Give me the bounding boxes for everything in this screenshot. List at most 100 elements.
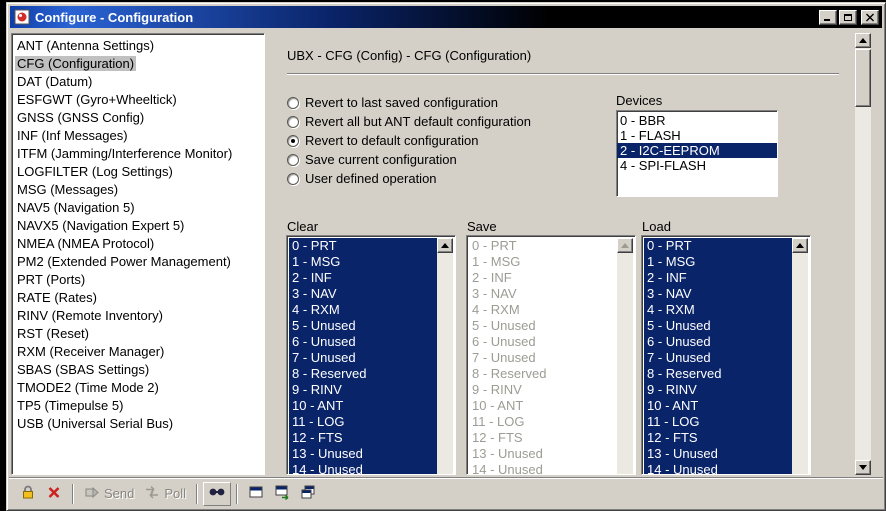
clear-list-label: Clear [287, 219, 319, 234]
radio-option[interactable]: Save current configuration [287, 150, 531, 169]
lock-button[interactable] [15, 482, 41, 506]
sidebar-item[interactable]: ESFGWT (Gyro+Wheeltick) [13, 91, 263, 109]
radio-option[interactable]: User defined operation [287, 169, 531, 188]
device-item[interactable]: 0 - BBR [617, 113, 777, 128]
radio-option[interactable]: Revert all but ANT default configuration [287, 112, 531, 131]
sidebar-item[interactable]: RST (Reset) [13, 325, 263, 343]
list-item: 11 - LOG [472, 414, 525, 429]
close-button[interactable] [861, 9, 879, 25]
list-item[interactable]: 7 - Unused [289, 350, 437, 366]
list-item[interactable]: 9 - RINV [289, 382, 437, 398]
listbox-clear[interactable]: 0 - PRT 1 - MSG 2 - INF 3 - NAV 4 - RXM 5 - U… [286, 235, 456, 475]
panel-scrollbar[interactable] [855, 33, 871, 475]
sidebar-item[interactable]: INF (Inf Messages) [13, 127, 263, 145]
sidebar-item[interactable]: TMODE2 (Time Mode 2) [13, 379, 263, 397]
table-view-button[interactable] [243, 482, 269, 506]
list-item[interactable]: 5 - Unused [644, 318, 792, 334]
sidebar-item[interactable]: PM2 (Extended Power Management) [13, 253, 263, 271]
device-item[interactable]: 2 - I2C-EEPROM [617, 143, 777, 158]
toolbar-separator [236, 483, 239, 504]
list-item[interactable]: 11 - LOG [644, 414, 792, 430]
sidebar-item[interactable]: LOGFILTER (Log Settings) [13, 163, 263, 181]
minimize-button[interactable] [819, 9, 837, 25]
list-item[interactable]: 14 - Unused [644, 462, 792, 474]
sidebar-item[interactable]: ITFM (Jamming/Interference Monitor) [13, 145, 263, 163]
sidebar-item[interactable]: DAT (Datum) [13, 73, 263, 91]
device-item[interactable]: 4 - SPI-FLASH [617, 158, 777, 173]
sidebar-item[interactable]: RXM (Receiver Manager) [13, 343, 263, 361]
list-item[interactable]: 5 - Unused [289, 318, 437, 334]
sidebar-item[interactable]: NAVX5 (Navigation Expert 5) [13, 217, 263, 235]
list-item[interactable]: 6 - Unused [644, 334, 792, 350]
scroll-up-button[interactable] [792, 238, 808, 253]
list-item[interactable]: 0 - PRT [644, 238, 792, 254]
radio-button[interactable] [287, 134, 299, 147]
sidebar-list[interactable]: ANT (Antenna Settings) CFG (Configuration… [11, 33, 265, 475]
scroll-down-button[interactable] [855, 460, 871, 475]
sidebar-item[interactable]: ANT (Antenna Settings) [13, 37, 263, 55]
radio-option[interactable]: Revert to default configuration [287, 131, 531, 150]
list-item[interactable]: 9 - RINV [644, 382, 792, 398]
list-item[interactable]: 3 - NAV [644, 286, 792, 302]
sidebar-item[interactable]: CFG (Configuration) [13, 55, 263, 73]
sidebar-item-label: CFG (Configuration) [15, 56, 137, 71]
poll-current-button[interactable] [203, 481, 232, 506]
list-item[interactable]: 1 - MSG [289, 254, 437, 270]
list-item[interactable]: 10 - ANT [644, 398, 792, 414]
device-item[interactable]: 1 - FLASH [617, 128, 777, 143]
scroll-up-button[interactable] [437, 238, 453, 253]
list-item[interactable]: 10 - ANT [289, 398, 437, 414]
list-item[interactable]: 8 - Reserved [289, 366, 437, 382]
list-item: 7 - Unused [472, 350, 536, 365]
sidebar-item[interactable]: USB (Universal Serial Bus) [13, 415, 263, 433]
list-item[interactable]: 6 - Unused [289, 334, 437, 350]
list-item[interactable]: 1 - MSG [644, 254, 792, 270]
sidebar-item[interactable]: PRT (Ports) [13, 271, 263, 289]
panel-heading: UBX - CFG (Config) - CFG (Configuration) [287, 48, 532, 63]
sidebar-item[interactable]: MSG (Messages) [13, 181, 263, 199]
list-item[interactable]: 11 - LOG [289, 414, 437, 430]
list-item[interactable]: 13 - Unused [289, 446, 437, 462]
sidebar-item[interactable]: NAV5 (Navigation 5) [13, 199, 263, 217]
sidebar-item[interactable]: RINV (Remote Inventory) [13, 307, 263, 325]
radio-label: Revert all but ANT default configuration [305, 114, 531, 129]
devices-label: Devices [616, 93, 663, 108]
list-item[interactable]: 3 - NAV [289, 286, 437, 302]
list-item[interactable]: 13 - Unused [644, 446, 792, 462]
list-item[interactable]: 14 - Unused [289, 462, 437, 474]
list-item[interactable]: 2 - INF [289, 270, 437, 286]
clear-scrollbar[interactable] [437, 238, 453, 474]
sidebar-item-label: GNSS (GNSS Config) [17, 110, 145, 125]
list-item[interactable]: 8 - Reserved [644, 366, 792, 382]
devices-list[interactable]: 0 - BBR 1 - FLASH 2 - I2C-EEPROM 4 - SPI-FL… [616, 110, 778, 197]
sidebar-item[interactable]: TP5 (Timepulse 5) [13, 397, 263, 415]
maximize-button[interactable] [839, 9, 857, 25]
listbox-save[interactable]: 0 - PRT 1 - MSG 2 - INF 3 - NAV 4 - RXM 5 - U… [466, 235, 636, 475]
sidebar-item[interactable]: GNSS (GNSS Config) [13, 109, 263, 127]
list-item[interactable]: 0 - PRT [289, 238, 437, 254]
scrollbar-thumb[interactable] [855, 49, 871, 107]
scroll-up-button[interactable] [855, 33, 871, 48]
list-item[interactable]: 12 - FTS [644, 430, 792, 446]
delete-button[interactable] [41, 482, 67, 506]
radio-button[interactable] [287, 115, 299, 128]
load-scrollbar[interactable] [792, 238, 808, 474]
sidebar-item[interactable]: SBAS (SBAS Settings) [13, 361, 263, 379]
list-item[interactable]: 4 - RXM [644, 302, 792, 318]
radio-option[interactable]: Revert to last saved configuration [287, 93, 531, 112]
titlebar[interactable]: Configure - Configuration [10, 6, 882, 28]
listbox-load[interactable]: 0 - PRT 1 - MSG 2 - INF 3 - NAV 4 - RXM 5 - U… [641, 235, 811, 475]
list-item[interactable]: 12 - FTS [289, 430, 437, 446]
radio-button[interactable] [287, 96, 299, 109]
stacked-windows-button[interactable] [295, 482, 321, 506]
radio-button[interactable] [287, 172, 299, 185]
sidebar-item[interactable]: RATE (Rates) [13, 289, 263, 307]
list-item[interactable]: 4 - RXM [289, 302, 437, 318]
list-item: 8 - Reserved [472, 366, 547, 381]
message-view-button[interactable] [269, 482, 295, 506]
radio-button[interactable] [287, 153, 299, 166]
list-item[interactable]: 7 - Unused [644, 350, 792, 366]
list-item[interactable]: 2 - INF [644, 270, 792, 286]
sidebar-item[interactable]: NMEA (NMEA Protocol) [13, 235, 263, 253]
list-item: 14 - Unused [472, 462, 543, 474]
